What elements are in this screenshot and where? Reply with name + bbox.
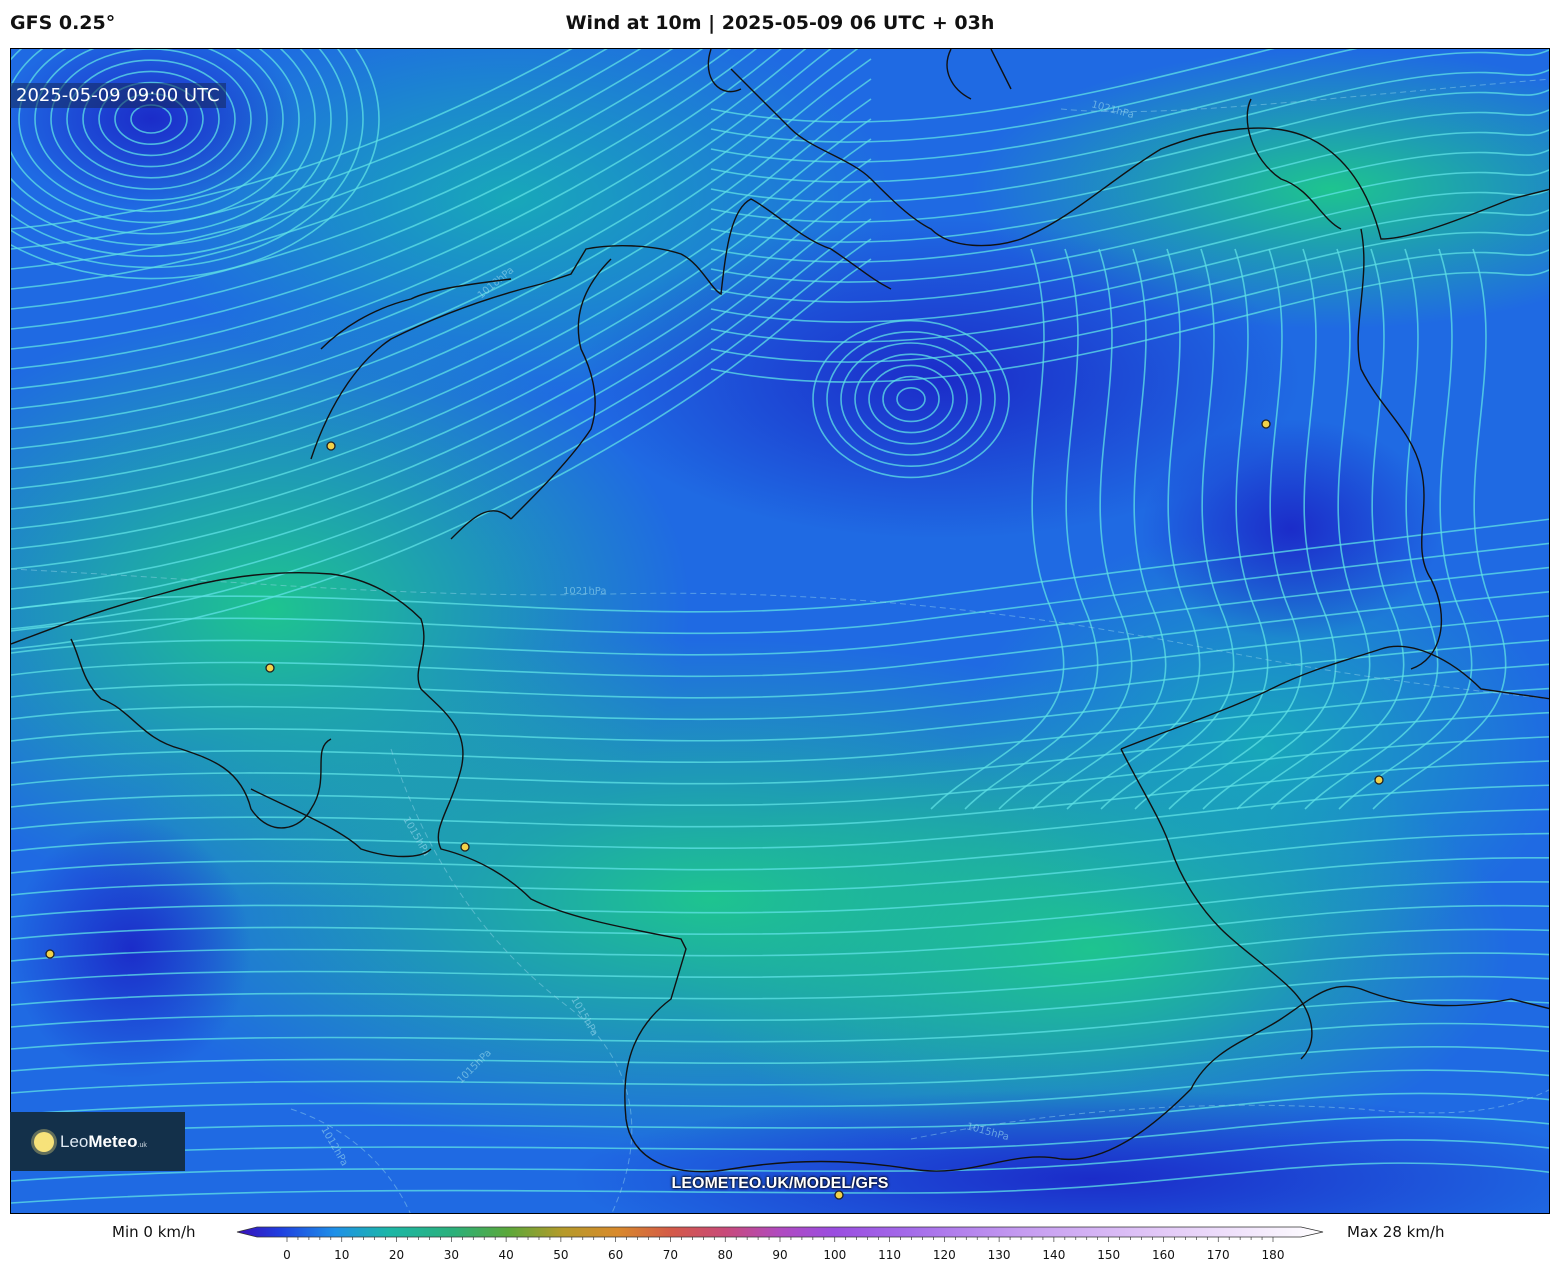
colorbar-tick-label: 40 xyxy=(498,1248,514,1262)
colorbar-tick-label: 90 xyxy=(772,1248,788,1262)
wind-field-svg: 1021hPa 1021hPa 1018hPa 1015hPa 1015hPa … xyxy=(11,49,1549,1213)
colorbar-tick-label: 180 xyxy=(1261,1248,1285,1262)
colorbar-minor-ticks xyxy=(286,1237,1274,1242)
colorbar-tick-label: 30 xyxy=(443,1248,459,1262)
sun-icon xyxy=(34,1131,54,1152)
colorbar-tick-label: 100 xyxy=(823,1248,847,1262)
city-marker xyxy=(1261,419,1271,429)
chart-title: Wind at 10m | 2025-05-09 06 UTC + 03h xyxy=(565,12,995,34)
colorbar-tick-label: 0 xyxy=(283,1248,291,1262)
colorbar-tick-label: 140 xyxy=(1042,1248,1066,1262)
colorbar-tick-label: 70 xyxy=(662,1248,679,1262)
colorbar-tick-label: 130 xyxy=(987,1248,1011,1262)
city-marker xyxy=(45,949,55,959)
valid-time-label: 2025-05-09 09:00 UTC xyxy=(10,83,226,108)
city-marker xyxy=(265,663,275,673)
city-marker xyxy=(1374,775,1384,785)
colorbar-tick-label: 160 xyxy=(1151,1248,1175,1262)
colorbar-tick-label: 170 xyxy=(1206,1248,1230,1262)
wind-map[interactable]: 1021hPa 1021hPa 1018hPa 1015hPa 1015hPa … xyxy=(10,48,1550,1214)
colorbar-tick-label: 20 xyxy=(388,1248,405,1262)
colorbar-tick-label: 50 xyxy=(553,1248,569,1262)
city-marker xyxy=(326,441,336,451)
colorbar-tick-label: 110 xyxy=(878,1248,901,1262)
isobar-label: 1021hPa xyxy=(563,586,607,597)
calm-zone-southwest xyxy=(11,819,251,1079)
colorbar-tick-label: 60 xyxy=(608,1248,624,1262)
colorbar xyxy=(236,1226,1324,1242)
logo-text: LeoMeteo.uk xyxy=(60,1131,147,1151)
site-url[interactable]: LEOMETEO.UK/MODEL/GFS xyxy=(0,1175,1560,1193)
city-marker xyxy=(460,842,470,852)
legend-min-label: Min 0 km/h xyxy=(112,1223,196,1241)
colorbar-tick-label: 150 xyxy=(1097,1248,1121,1262)
colorbar-fill xyxy=(236,1226,1324,1238)
leometeo-logo[interactable]: LeoMeteo.uk xyxy=(10,1112,185,1171)
colorbar-tick-label: 120 xyxy=(932,1248,956,1262)
legend-max-label: Max 28 km/h xyxy=(1347,1223,1445,1241)
colorbar-tick-label: 80 xyxy=(717,1248,733,1262)
colorbar-tick-label: 10 xyxy=(334,1248,350,1262)
